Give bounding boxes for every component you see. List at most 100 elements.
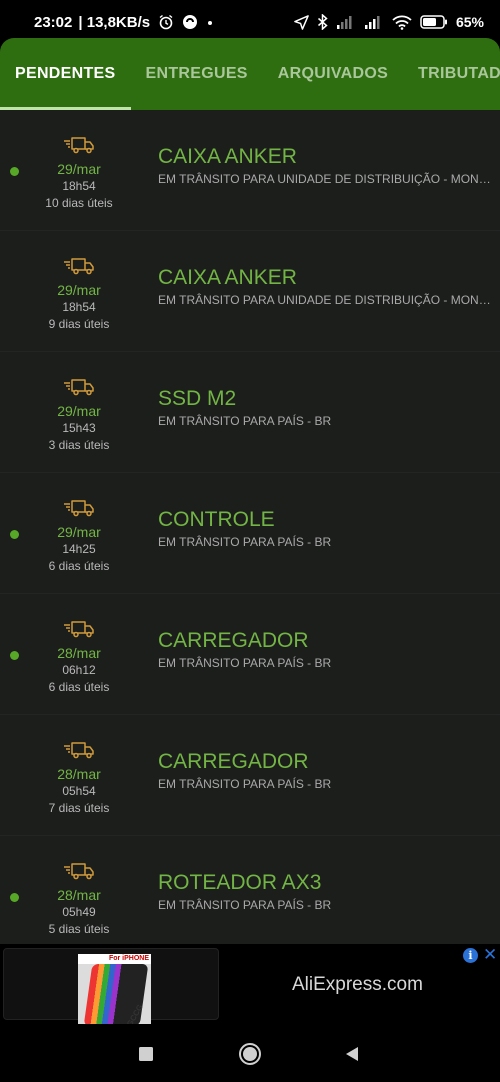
clock: 23:02 [34, 13, 73, 31]
package-item[interactable]: 29/mar 18h54 9 dias úteis CAIXA ANKER EM… [0, 231, 500, 352]
package-days: 6 dias úteis [48, 559, 110, 573]
package-days: 9 dias úteis [48, 317, 110, 331]
tab-pendentes[interactable]: PENDENTES [0, 38, 131, 110]
package-date: 29/mar [57, 282, 101, 298]
package-date: 29/mar [57, 403, 101, 419]
package-days: 3 dias úteis [48, 438, 110, 452]
package-info: CARREGADOR EM TRÂNSITO PARA PAÍS - BR [158, 715, 500, 835]
package-time: 18h54 [62, 179, 96, 193]
package-meta: 28/mar 05h54 7 dias úteis [0, 715, 158, 835]
package-item[interactable]: 28/mar 05h54 7 dias úteis CARREGADOR EM … [0, 715, 500, 836]
package-date: 29/mar [57, 161, 101, 177]
battery-percent: 65% [456, 14, 484, 30]
battery-value: 65 [455, 14, 472, 30]
app-notification-icon [182, 14, 198, 30]
package-title: CAIXA ANKER [158, 266, 297, 289]
info-icon[interactable]: i [463, 948, 478, 963]
home-button[interactable] [238, 1042, 262, 1066]
package-item[interactable]: 28/mar 06h12 6 dias úteis CARREGADOR EM … [0, 594, 500, 715]
bluetooth-icon [317, 14, 328, 30]
ad-banner[interactable]: For iPHONE GCCG AliExpress.com i ✕ [0, 944, 500, 1024]
package-item[interactable]: 29/mar 14h25 6 dias úteis CONTROLE EM TR… [0, 473, 500, 594]
package-date: 29/mar [57, 524, 101, 540]
package-days: 10 dias úteis [45, 196, 113, 210]
system-nav-bar [0, 1024, 500, 1082]
package-meta: 29/mar 15h43 3 dias úteis [0, 352, 158, 472]
package-item[interactable]: 29/mar 15h43 3 dias úteis SSD M2 EM TRÂN… [0, 352, 500, 473]
truck-icon [64, 863, 94, 880]
package-time: 06h12 [62, 663, 96, 677]
package-meta: 28/mar 05h49 5 dias úteis [0, 836, 158, 944]
package-info: CONTROLE EM TRÂNSITO PARA PAÍS - BR [158, 473, 500, 593]
package-time: 05h54 [62, 784, 96, 798]
package-info: CAIXA ANKER EM TRÂNSITO PARA UNIDADE DE … [158, 231, 500, 351]
recents-button[interactable] [134, 1042, 158, 1066]
package-meta: 29/mar 18h54 10 dias úteis [0, 110, 158, 230]
package-date: 28/mar [57, 645, 101, 661]
package-status: EM TRÂNSITO PARA PAÍS - BR [158, 414, 332, 428]
tab-bar: PENDENTES ENTREGUES ARQUIVADOS TRIBUTAD [0, 38, 500, 110]
wifi-icon [392, 15, 412, 30]
more-notifications-dot-icon [206, 14, 214, 30]
circle-icon [239, 1043, 261, 1065]
package-status: EM TRÂNSITO PARA PAÍS - BR [158, 656, 332, 670]
truck-icon [64, 379, 94, 396]
package-title: ROTEADOR AX3 [158, 871, 322, 894]
package-info: CARREGADOR EM TRÂNSITO PARA PAÍS - BR [158, 594, 500, 714]
ad-image-frame[interactable]: For iPHONE GCCG [3, 948, 219, 1024]
package-info: CAIXA ANKER EM TRÂNSITO PARA UNIDADE DE … [158, 110, 500, 230]
package-days: 7 dias úteis [48, 801, 110, 815]
ad-advertiser-label[interactable]: AliExpress.com [292, 974, 423, 996]
package-item[interactable]: 28/mar 05h49 5 dias úteis ROTEADOR AX3 E… [0, 836, 500, 944]
package-meta: 29/mar 18h54 9 dias úteis [0, 231, 158, 351]
package-title: SSD M2 [158, 387, 237, 410]
package-time: 05h49 [62, 905, 96, 919]
app-bar: PENDENTES ENTREGUES ARQUIVADOS TRIBUTAD [0, 38, 500, 110]
unread-dot [10, 530, 19, 539]
truck-icon [64, 258, 94, 275]
package-days: 5 dias úteis [48, 922, 110, 936]
unread-dot [10, 651, 19, 660]
package-title: CAIXA ANKER [158, 145, 297, 168]
location-icon [294, 14, 309, 30]
package-info: ROTEADOR AX3 EM TRÂNSITO PARA PAÍS - BR [158, 836, 500, 944]
package-title: CARREGADOR [158, 629, 309, 652]
tab-tributados[interactable]: TRIBUTAD [403, 38, 500, 110]
package-meta: 28/mar 06h12 6 dias úteis [0, 594, 158, 714]
tab-entregues[interactable]: ENTREGUES [131, 38, 263, 110]
package-info: SSD M2 EM TRÂNSITO PARA PAÍS - BR [158, 352, 500, 472]
package-status: EM TRÂNSITO PARA PAÍS - BR [158, 777, 332, 791]
truck-icon [64, 500, 94, 517]
alarm-icon [158, 14, 174, 30]
package-item[interactable]: 29/mar 18h54 10 dias úteis CAIXA ANKER E… [0, 110, 500, 231]
truck-icon [64, 621, 94, 638]
package-time: 18h54 [62, 300, 96, 314]
package-time: 14h25 [62, 542, 96, 556]
unread-dot [10, 167, 19, 176]
back-button[interactable] [340, 1042, 364, 1066]
triangle-icon [346, 1047, 358, 1061]
ad-product-image[interactable]: For iPHONE GCCG [78, 954, 151, 1024]
truck-icon [64, 742, 94, 759]
signal-2-icon [364, 15, 384, 29]
package-status: EM TRÂNSITO PARA UNIDADE DE DISTRIBUIÇÃO… [158, 293, 496, 307]
package-days: 6 dias úteis [48, 680, 110, 694]
signal-icon [336, 15, 356, 29]
package-time: 15h43 [62, 421, 96, 435]
package-title: CONTROLE [158, 508, 275, 531]
package-meta: 29/mar 14h25 6 dias úteis [0, 473, 158, 593]
package-status: EM TRÂNSITO PARA UNIDADE DE DISTRIBUIÇÃO… [158, 172, 496, 186]
package-date: 28/mar [57, 887, 101, 903]
close-icon[interactable]: ✕ [483, 946, 497, 964]
ad-image-caption: For iPHONE [78, 954, 151, 964]
square-icon [139, 1047, 153, 1061]
unread-dot [10, 893, 19, 902]
package-title: CARREGADOR [158, 750, 309, 773]
package-status: EM TRÂNSITO PARA PAÍS - BR [158, 535, 332, 549]
battery-suffix: % [471, 14, 484, 30]
package-status: EM TRÂNSITO PARA PAÍS - BR [158, 898, 332, 912]
package-date: 28/mar [57, 766, 101, 782]
battery-icon [420, 15, 448, 29]
tab-arquivados[interactable]: ARQUIVADOS [263, 38, 403, 110]
truck-icon [64, 137, 94, 154]
